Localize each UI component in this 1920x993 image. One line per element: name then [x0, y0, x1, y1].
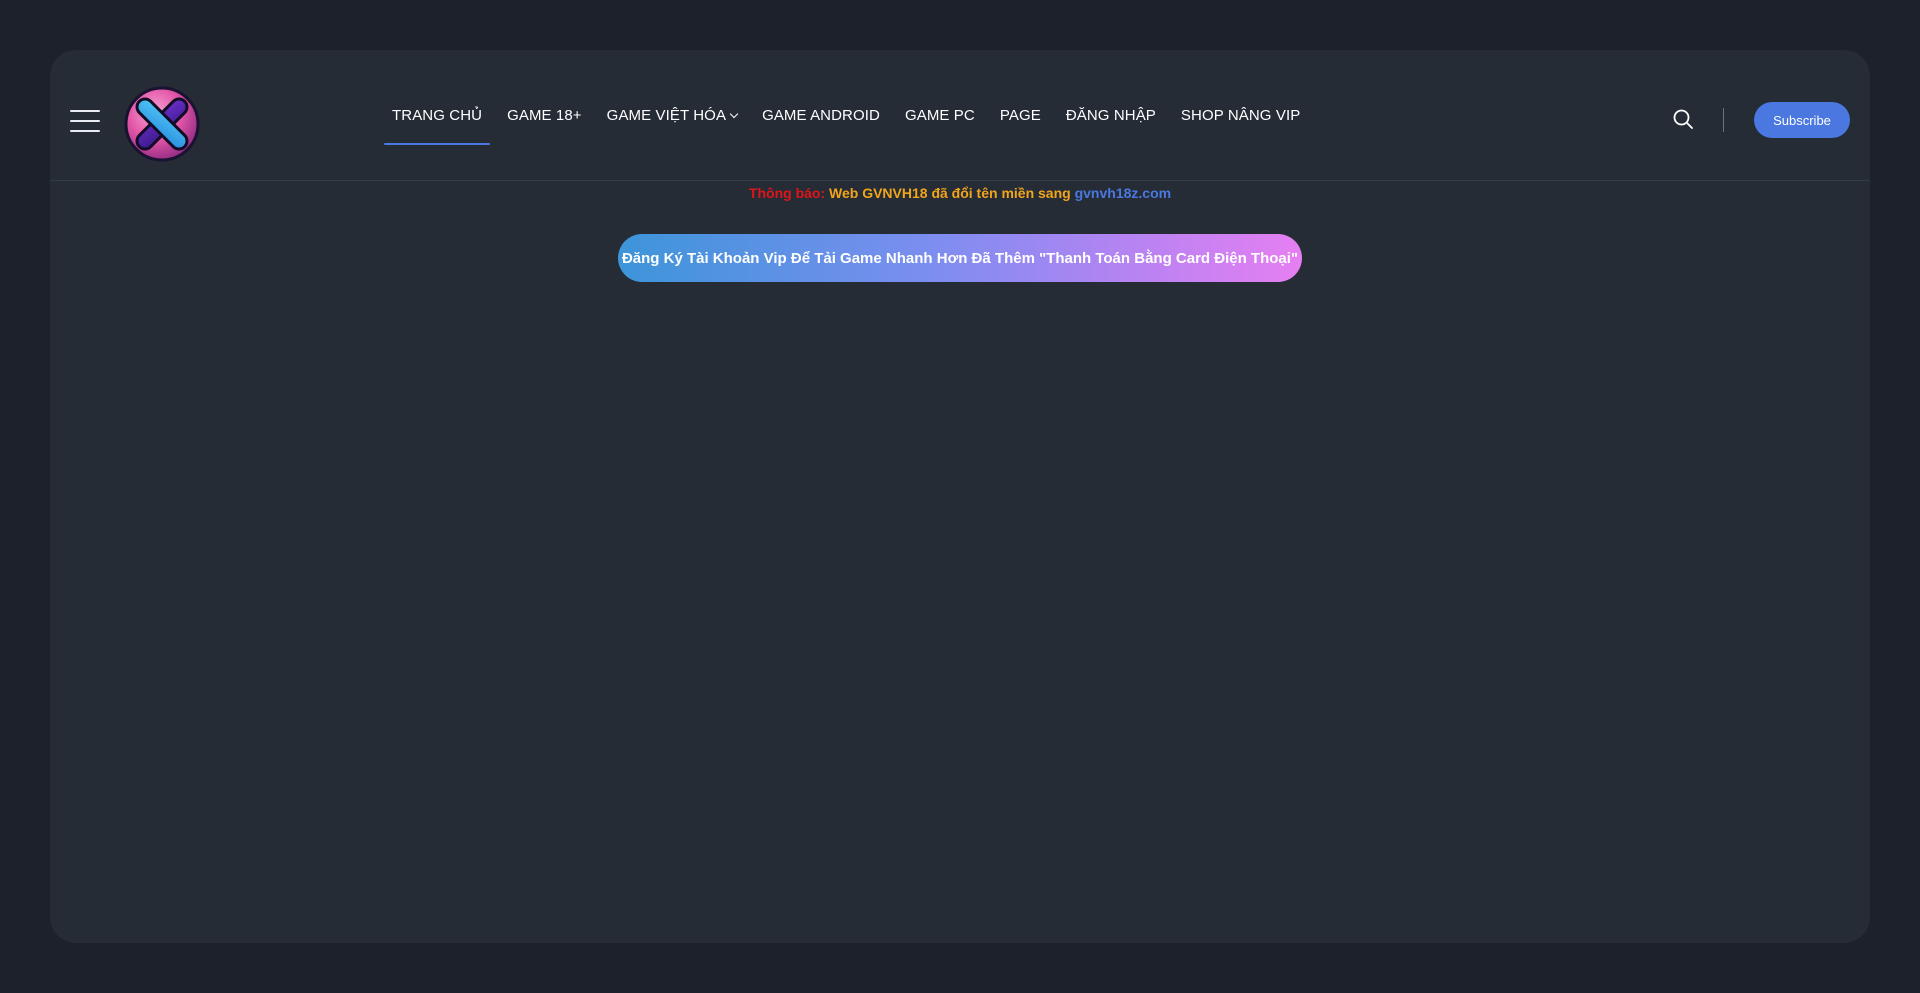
vip-register-button[interactable]: Đăng Ký Tài Khoản Vip Để Tải Game Nhanh … [618, 234, 1302, 282]
site-logo[interactable] [118, 78, 206, 166]
chevron-down-icon [729, 109, 739, 118]
nav-item-game-viet-hoa[interactable]: GAME VIỆT HÓA [599, 50, 745, 180]
vip-register-label: Đăng Ký Tài Khoản Vip Để Tải Game Nhanh … [621, 249, 1299, 267]
nav-item-trang-chu[interactable]: TRANG CHỦ [384, 50, 491, 180]
nav-item-dang-nhap[interactable]: ĐĂNG NHẬP [1058, 50, 1164, 180]
nav-item-label: GAME 18+ [507, 106, 582, 124]
nav-item-page[interactable]: PAGE [992, 50, 1049, 180]
nav-item-label: PAGE [999, 106, 1041, 124]
search-icon[interactable] [1672, 108, 1694, 130]
notice-domain-link[interactable]: gvnvh18z.com [1075, 185, 1171, 201]
nav-item-label: GAME ANDROID [762, 106, 880, 124]
nav-item-label: GAME VIỆT HÓA [606, 106, 727, 124]
main-panel: TRANG CHỦ GAME 18+ GAME VIỆT HÓA GAME AN… [50, 50, 1870, 943]
main-nav: TRANG CHỦ GAME 18+ GAME VIỆT HÓA GAME AN… [384, 50, 1317, 180]
nav-item-label: GAME PC [904, 106, 975, 124]
nav-item-game-android[interactable]: GAME ANDROID [754, 50, 888, 180]
notice-message: Web GVNVH18 đã đổi tên miền sang [825, 185, 1075, 201]
nav-item-label: SHOP NÂNG VIP [1180, 106, 1301, 124]
notice-bar: Thông báo: Web GVNVH18 đã đổi tên miền s… [50, 185, 1870, 201]
nav-item-shop-nang-vip[interactable]: SHOP NÂNG VIP [1173, 50, 1308, 180]
header-divider [1723, 108, 1724, 132]
subscribe-button[interactable]: Subscribe [1754, 102, 1850, 138]
nav-item-game-pc[interactable]: GAME PC [897, 50, 983, 180]
x-orb-logo-icon [124, 86, 200, 162]
site-header: TRANG CHỦ GAME 18+ GAME VIỆT HÓA GAME AN… [50, 50, 1870, 181]
nav-item-label: TRANG CHỦ [392, 106, 483, 124]
nav-item-game-18[interactable]: GAME 18+ [499, 50, 590, 180]
notice-label: Thông báo: [748, 185, 826, 201]
hamburger-menu-icon[interactable] [70, 110, 100, 132]
nav-item-label: ĐĂNG NHẬP [1065, 106, 1156, 124]
